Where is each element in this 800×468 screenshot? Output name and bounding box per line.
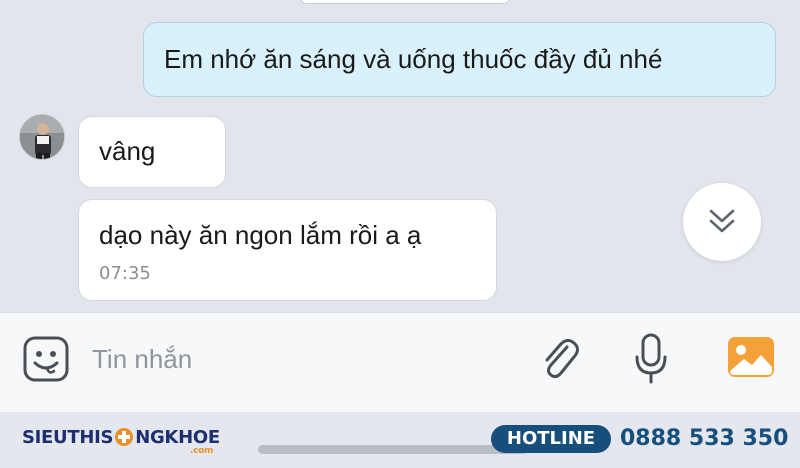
hotline-badge: HOTLINE <box>491 425 611 453</box>
hotline-number[interactable]: 0888 533 350 <box>620 424 788 454</box>
received-message-bubble[interactable]: vâng <box>78 116 226 188</box>
attach-button[interactable] <box>534 331 584 392</box>
voice-button[interactable] <box>630 331 672 392</box>
contact-avatar[interactable] <box>19 114 65 160</box>
previous-message-edge <box>300 0 510 4</box>
message-composer: Tin nhắn <box>0 312 800 412</box>
photo-icon <box>728 337 774 377</box>
message-timestamp: 07:35 <box>99 263 151 285</box>
received-message-text: dạo này ăn ngon lắm rồi a ạ <box>99 220 422 250</box>
sent-message-text: Em nhớ ăn sáng và uống thuốc đầy đủ nhé <box>164 43 663 74</box>
paperclip-icon <box>545 338 579 379</box>
microphone-icon <box>635 333 667 384</box>
brand-name-part: SIEUTHIS <box>22 426 114 448</box>
brand-name-part: NGKHOE <box>135 426 220 448</box>
watermark-footer: SIEUTHIS NGKHOE .com HOTLINE 0888 533 35… <box>0 412 800 468</box>
brand-cross-icon <box>115 428 134 446</box>
scroll-to-bottom-button[interactable] <box>683 183 761 261</box>
avatar-image <box>20 115 64 159</box>
chat-area: Em nhớ ăn sáng và uống thuốc đầy đủ nhé … <box>0 0 800 312</box>
message-input[interactable]: Tin nhắn <box>92 339 512 379</box>
message-input-placeholder: Tin nhắn <box>92 344 193 374</box>
received-message-text: vâng <box>99 136 156 167</box>
sent-message-bubble[interactable]: Em nhớ ăn sáng và uống thuốc đầy đủ nhé <box>143 22 776 97</box>
emoji-button[interactable] <box>20 333 72 390</box>
brand-domain-suffix: .com <box>190 446 214 456</box>
home-indicator[interactable] <box>258 445 528 454</box>
received-message-bubble[interactable]: dạo này ăn ngon lắm rồi a ạ 07:35 <box>78 199 497 301</box>
emoji-icon <box>23 336 69 382</box>
double-chevron-down-icon <box>709 209 735 233</box>
hotline-label: HOTLINE <box>506 428 596 449</box>
brand-logo: SIEUTHIS NGKHOE .com <box>22 426 220 460</box>
photo-button[interactable] <box>726 333 776 386</box>
